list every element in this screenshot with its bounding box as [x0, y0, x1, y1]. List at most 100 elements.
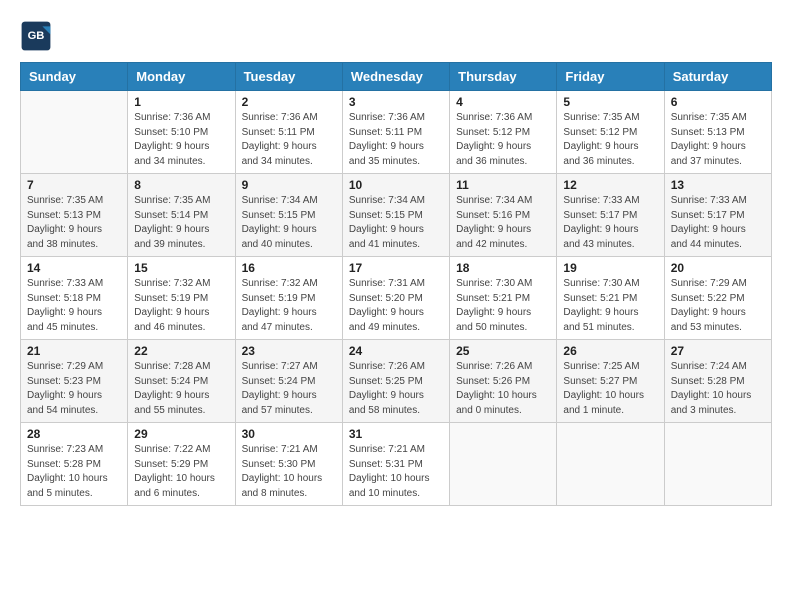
day-number: 24 — [349, 344, 443, 358]
calendar-table: SundayMondayTuesdayWednesdayThursdayFrid… — [20, 62, 772, 506]
day-number: 11 — [456, 178, 550, 192]
day-number: 20 — [671, 261, 765, 275]
day-info: Sunrise: 7:36 AM Sunset: 5:11 PM Dayligh… — [242, 111, 336, 169]
calendar-cell: 28 Sunrise: 7:23 AM Sunset: 5:28 PM Dayli… — [21, 423, 128, 506]
day-info: Sunrise: 7:26 AM Sunset: 5:26 PM Dayligh… — [456, 360, 550, 418]
day-number: 7 — [27, 178, 121, 192]
day-header-tuesday: Tuesday — [235, 63, 342, 91]
day-number: 23 — [242, 344, 336, 358]
day-number: 21 — [27, 344, 121, 358]
day-number: 2 — [242, 95, 336, 109]
day-number: 10 — [349, 178, 443, 192]
day-header-wednesday: Wednesday — [342, 63, 449, 91]
day-info: Sunrise: 7:32 AM Sunset: 5:19 PM Dayligh… — [134, 277, 228, 335]
day-info: Sunrise: 7:36 AM Sunset: 5:11 PM Dayligh… — [349, 111, 443, 169]
day-info: Sunrise: 7:23 AM Sunset: 5:28 PM Dayligh… — [27, 443, 121, 501]
day-info: Sunrise: 7:33 AM Sunset: 5:17 PM Dayligh… — [671, 194, 765, 252]
day-number: 17 — [349, 261, 443, 275]
day-info: Sunrise: 7:33 AM Sunset: 5:18 PM Dayligh… — [27, 277, 121, 335]
day-number: 12 — [563, 178, 657, 192]
svg-text:GB: GB — [28, 30, 45, 42]
day-number: 5 — [563, 95, 657, 109]
week-row-5: 28 Sunrise: 7:23 AM Sunset: 5:28 PM Dayli… — [21, 423, 772, 506]
day-number: 3 — [349, 95, 443, 109]
day-info: Sunrise: 7:29 AM Sunset: 5:23 PM Dayligh… — [27, 360, 121, 418]
day-number: 13 — [671, 178, 765, 192]
calendar-cell: 31 Sunrise: 7:21 AM Sunset: 5:31 PM Dayli… — [342, 423, 449, 506]
day-number: 31 — [349, 427, 443, 441]
week-row-4: 21 Sunrise: 7:29 AM Sunset: 5:23 PM Dayli… — [21, 340, 772, 423]
calendar-cell: 3 Sunrise: 7:36 AM Sunset: 5:11 PM Daylig… — [342, 91, 449, 174]
calendar-cell: 11 Sunrise: 7:34 AM Sunset: 5:16 PM Dayli… — [450, 174, 557, 257]
day-number: 19 — [563, 261, 657, 275]
day-info: Sunrise: 7:35 AM Sunset: 5:13 PM Dayligh… — [671, 111, 765, 169]
day-number: 1 — [134, 95, 228, 109]
calendar-cell — [21, 91, 128, 174]
calendar-cell: 22 Sunrise: 7:28 AM Sunset: 5:24 PM Dayli… — [128, 340, 235, 423]
day-number: 28 — [27, 427, 121, 441]
logo: GB — [20, 20, 56, 52]
day-info: Sunrise: 7:35 AM Sunset: 5:12 PM Dayligh… — [563, 111, 657, 169]
logo-icon: GB — [20, 20, 52, 52]
week-row-1: 1Sunrise: 7:36 AM Sunset: 5:10 PM Daylig… — [21, 91, 772, 174]
calendar-cell — [664, 423, 771, 506]
header-row: SundayMondayTuesdayWednesdayThursdayFrid… — [21, 63, 772, 91]
calendar-cell: 13 Sunrise: 7:33 AM Sunset: 5:17 PM Dayli… — [664, 174, 771, 257]
day-info: Sunrise: 7:31 AM Sunset: 5:20 PM Dayligh… — [349, 277, 443, 335]
calendar-cell: 6Sunrise: 7:35 AM Sunset: 5:13 PM Daylig… — [664, 91, 771, 174]
header: GB — [20, 20, 772, 52]
day-info: Sunrise: 7:27 AM Sunset: 5:24 PM Dayligh… — [242, 360, 336, 418]
day-info: Sunrise: 7:35 AM Sunset: 5:14 PM Dayligh… — [134, 194, 228, 252]
calendar-cell: 23 Sunrise: 7:27 AM Sunset: 5:24 PM Dayli… — [235, 340, 342, 423]
day-info: Sunrise: 7:29 AM Sunset: 5:22 PM Dayligh… — [671, 277, 765, 335]
calendar-cell: 24 Sunrise: 7:26 AM Sunset: 5:25 PM Dayli… — [342, 340, 449, 423]
day-header-saturday: Saturday — [664, 63, 771, 91]
day-info: Sunrise: 7:22 AM Sunset: 5:29 PM Dayligh… — [134, 443, 228, 501]
calendar-cell — [557, 423, 664, 506]
calendar-cell: 20 Sunrise: 7:29 AM Sunset: 5:22 PM Dayli… — [664, 257, 771, 340]
calendar-cell: 2 Sunrise: 7:36 AM Sunset: 5:11 PM Daylig… — [235, 91, 342, 174]
calendar-cell: 5 Sunrise: 7:35 AM Sunset: 5:12 PM Daylig… — [557, 91, 664, 174]
day-number: 18 — [456, 261, 550, 275]
calendar-cell: 12 Sunrise: 7:33 AM Sunset: 5:17 PM Dayli… — [557, 174, 664, 257]
calendar-cell: 27 Sunrise: 7:24 AM Sunset: 5:28 PM Dayli… — [664, 340, 771, 423]
day-number: 22 — [134, 344, 228, 358]
calendar-cell — [450, 423, 557, 506]
calendar-cell: 19Sunrise: 7:30 AM Sunset: 5:21 PM Dayli… — [557, 257, 664, 340]
day-info: Sunrise: 7:33 AM Sunset: 5:17 PM Dayligh… — [563, 194, 657, 252]
calendar-cell: 7 Sunrise: 7:35 AM Sunset: 5:13 PM Daylig… — [21, 174, 128, 257]
day-number: 15 — [134, 261, 228, 275]
day-header-sunday: Sunday — [21, 63, 128, 91]
day-info: Sunrise: 7:32 AM Sunset: 5:19 PM Dayligh… — [242, 277, 336, 335]
day-number: 30 — [242, 427, 336, 441]
calendar-cell: 1Sunrise: 7:36 AM Sunset: 5:10 PM Daylig… — [128, 91, 235, 174]
day-info: Sunrise: 7:21 AM Sunset: 5:30 PM Dayligh… — [242, 443, 336, 501]
calendar-cell: 25Sunrise: 7:26 AM Sunset: 5:26 PM Dayli… — [450, 340, 557, 423]
day-info: Sunrise: 7:21 AM Sunset: 5:31 PM Dayligh… — [349, 443, 443, 501]
day-number: 29 — [134, 427, 228, 441]
day-info: Sunrise: 7:34 AM Sunset: 5:16 PM Dayligh… — [456, 194, 550, 252]
day-header-friday: Friday — [557, 63, 664, 91]
day-info: Sunrise: 7:24 AM Sunset: 5:28 PM Dayligh… — [671, 360, 765, 418]
day-number: 27 — [671, 344, 765, 358]
calendar-cell: 9Sunrise: 7:34 AM Sunset: 5:15 PM Daylig… — [235, 174, 342, 257]
day-info: Sunrise: 7:28 AM Sunset: 5:24 PM Dayligh… — [134, 360, 228, 418]
calendar-cell: 29 Sunrise: 7:22 AM Sunset: 5:29 PM Dayli… — [128, 423, 235, 506]
day-header-thursday: Thursday — [450, 63, 557, 91]
calendar-cell: 10 Sunrise: 7:34 AM Sunset: 5:15 PM Dayli… — [342, 174, 449, 257]
day-header-monday: Monday — [128, 63, 235, 91]
day-info: Sunrise: 7:26 AM Sunset: 5:25 PM Dayligh… — [349, 360, 443, 418]
calendar-cell: 30 Sunrise: 7:21 AM Sunset: 5:30 PM Dayli… — [235, 423, 342, 506]
calendar-cell: 17 Sunrise: 7:31 AM Sunset: 5:20 PM Dayli… — [342, 257, 449, 340]
day-info: Sunrise: 7:25 AM Sunset: 5:27 PM Dayligh… — [563, 360, 657, 418]
day-info: Sunrise: 7:34 AM Sunset: 5:15 PM Dayligh… — [349, 194, 443, 252]
week-row-3: 14 Sunrise: 7:33 AM Sunset: 5:18 PM Dayli… — [21, 257, 772, 340]
day-number: 4 — [456, 95, 550, 109]
week-row-2: 7 Sunrise: 7:35 AM Sunset: 5:13 PM Daylig… — [21, 174, 772, 257]
day-info: Sunrise: 7:34 AM Sunset: 5:15 PM Dayligh… — [242, 194, 336, 252]
day-info: Sunrise: 7:30 AM Sunset: 5:21 PM Dayligh… — [456, 277, 550, 335]
day-number: 14 — [27, 261, 121, 275]
day-info: Sunrise: 7:35 AM Sunset: 5:13 PM Dayligh… — [27, 194, 121, 252]
calendar-cell: 14 Sunrise: 7:33 AM Sunset: 5:18 PM Dayli… — [21, 257, 128, 340]
calendar-cell: 8Sunrise: 7:35 AM Sunset: 5:14 PM Daylig… — [128, 174, 235, 257]
